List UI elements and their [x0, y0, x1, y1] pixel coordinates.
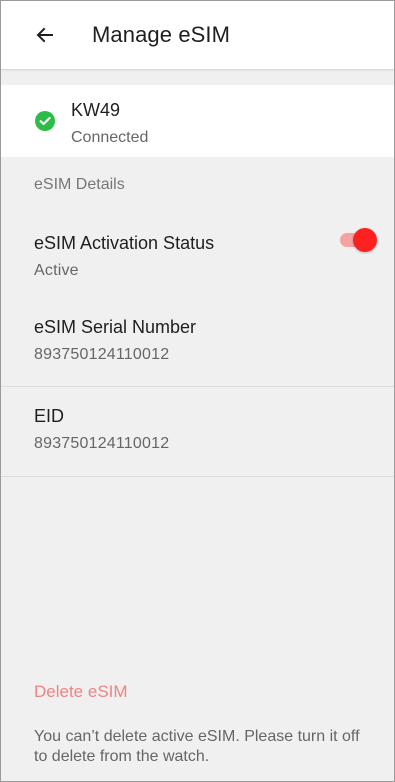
device-name: KW49: [71, 100, 121, 120]
eid-label: EID: [34, 406, 65, 426]
delete-esim-link[interactable]: Delete eSIM: [34, 681, 128, 703]
toggle-thumb: [353, 228, 377, 252]
back-button[interactable]: [27, 17, 63, 53]
check-circle-icon: [35, 111, 55, 131]
top-app-bar: Manage eSIM: [1, 1, 394, 70]
esim-activation-status-label: eSIM Activation Status: [34, 233, 215, 253]
esim-serial-number-label: eSIM Serial Number: [34, 317, 197, 337]
eid-row: EID 893750124110012: [1, 387, 394, 477]
esim-activation-status-value: Active: [34, 262, 79, 279]
esim-serial-number-row: eSIM Serial Number 893750124110012: [1, 298, 394, 387]
device-connection-status: Connected: [71, 129, 149, 146]
page-title: Manage eSIM: [92, 22, 231, 47]
esim-activation-toggle[interactable]: [340, 228, 378, 252]
esim-activation-status-row: eSIM Activation Status Active: [1, 214, 394, 299]
esim-serial-number-value: 893750124110012: [34, 346, 170, 363]
arrow-left-icon: [36, 27, 53, 43]
delete-esim-help-text: You can’t delete active eSIM. Please tur…: [34, 728, 360, 765]
esim-details-section-title: eSIM Details: [34, 176, 125, 193]
connected-device-card: KW49 Connected: [1, 85, 394, 157]
eid-value: 893750124110012: [34, 435, 170, 452]
manage-esim-screen: Manage eSIM KW49 Connected eSIM Details …: [0, 0, 395, 782]
